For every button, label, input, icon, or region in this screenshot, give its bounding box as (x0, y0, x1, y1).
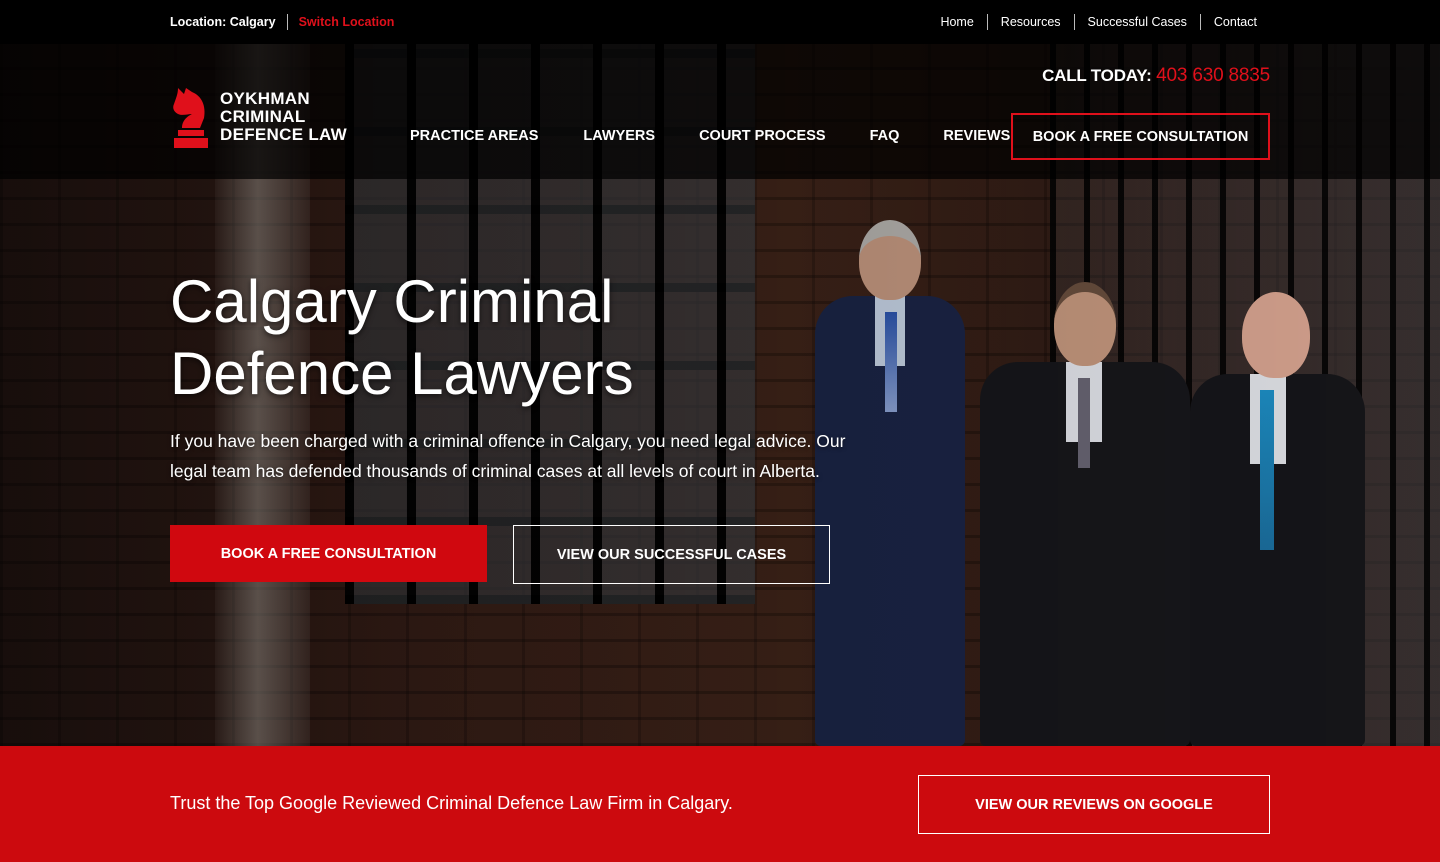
utility-nav: Home Resources Successful Cases Contact (940, 14, 1257, 30)
top-utility-bar: Location: Calgary Switch Location Home R… (0, 0, 1440, 44)
divider (986, 14, 988, 30)
divider (286, 14, 288, 30)
utility-link-home[interactable]: Home (940, 15, 973, 29)
logo-line: OYKHMAN (220, 89, 310, 108)
switch-location-link[interactable]: Switch Location (299, 15, 395, 29)
logo-wordmark: OYKHMAN CRIMINAL DEFENCE LAW (220, 90, 347, 144)
nav-reviews[interactable]: REVIEWS (943, 128, 1010, 144)
nav-practice-areas[interactable]: PRACTICE AREAS (410, 128, 538, 144)
logo-line: CRIMINAL (220, 107, 306, 126)
header-book-consultation-button[interactable]: BOOK A FREE CONSULTATION (1011, 113, 1270, 160)
band-text: Trust the Top Google Reviewed Criminal D… (170, 793, 733, 813)
call-label: CALL TODAY: (1042, 66, 1152, 85)
hero-subtitle: If you have been charged with a criminal… (170, 431, 846, 481)
hero-book-consultation-button[interactable]: BOOK A FREE CONSULTATION (170, 525, 487, 582)
utility-link-contact[interactable]: Contact (1214, 15, 1257, 29)
nav-faq[interactable]: FAQ (870, 128, 900, 144)
current-location: Location: Calgary (170, 15, 276, 29)
divider (1073, 14, 1075, 30)
hero-title-line: Defence Lawyers (170, 340, 634, 407)
nav-lawyers[interactable]: LAWYERS (583, 128, 655, 144)
main-header: OYKHMAN CRIMINAL DEFENCE LAW CALL TODAY:… (0, 44, 1440, 179)
view-successful-cases-button[interactable]: VIEW OUR SUCCESSFUL CASES (513, 525, 830, 584)
location-selector: Location: Calgary Switch Location (170, 14, 394, 30)
call-today: CALL TODAY: 403 630 8835 (1042, 65, 1270, 87)
logo-line: DEFENCE LAW (220, 125, 348, 144)
main-nav: PRACTICE AREAS LAWYERS COURT PROCESS FAQ… (410, 128, 1054, 144)
knight-chess-piece-icon (173, 88, 208, 148)
phone-link[interactable]: 403 630 8835 (1156, 65, 1270, 86)
nav-court-process[interactable]: COURT PROCESS (699, 128, 826, 144)
hero-title-line: Calgary Criminal (170, 268, 614, 335)
utility-link-successful-cases[interactable]: Successful Cases (1088, 15, 1187, 29)
site-logo[interactable]: OYKHMAN CRIMINAL DEFENCE LAW (170, 84, 347, 150)
utility-link-resources[interactable]: Resources (1001, 15, 1061, 29)
divider (1199, 14, 1201, 30)
hero-title: Calgary Criminal Defence Lawyers (170, 266, 634, 410)
google-reviews-band: Trust the Top Google Reviewed Criminal D… (0, 746, 1440, 862)
view-google-reviews-button[interactable]: VIEW OUR REVIEWS ON GOOGLE (918, 775, 1270, 834)
